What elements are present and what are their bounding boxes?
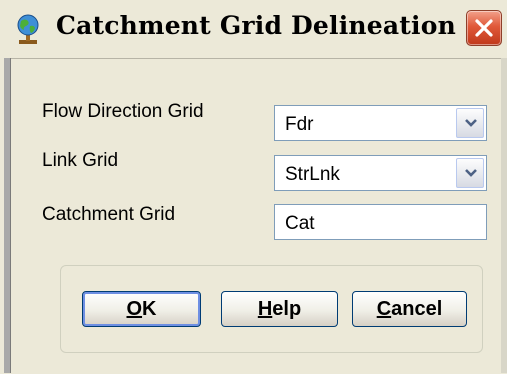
window-border-left: [4, 58, 11, 373]
flow-direction-select[interactable]: Fdr: [274, 105, 487, 141]
cancel-button[interactable]: Cancel: [352, 291, 467, 327]
catchment-grid-label: Catchment Grid: [42, 204, 176, 225]
ok-button-label: OK: [126, 297, 157, 320]
dialog-body: Flow Direction Grid Fdr Link Grid StrLnk…: [11, 58, 501, 374]
link-grid-label: Link Grid: [42, 150, 119, 171]
link-grid-dropdown-button[interactable]: [456, 158, 484, 188]
chevron-down-icon: [465, 169, 477, 177]
window-title: Catchment Grid Delineation: [56, 11, 456, 40]
window-border-right: [501, 58, 507, 373]
globe-icon[interactable]: [13, 14, 43, 46]
link-grid-select[interactable]: StrLnk: [274, 155, 487, 191]
title-bar[interactable]: Catchment Grid Delineation: [0, 0, 507, 58]
flow-direction-value: Fdr: [285, 114, 314, 135]
catchment-grid-value: Cat: [285, 213, 315, 234]
help-button[interactable]: Help: [221, 291, 338, 327]
close-icon: [475, 19, 493, 37]
ok-button[interactable]: OK: [82, 291, 201, 327]
close-button[interactable]: [466, 10, 502, 46]
chevron-down-icon: [465, 119, 477, 127]
flow-direction-dropdown-button[interactable]: [456, 108, 484, 138]
catchment-grid-input[interactable]: Cat: [274, 204, 487, 240]
help-button-label: Help: [257, 297, 302, 320]
link-grid-value: StrLnk: [285, 164, 340, 185]
cancel-button-label: Cancel: [376, 297, 443, 320]
flow-direction-label: Flow Direction Grid: [42, 101, 204, 122]
